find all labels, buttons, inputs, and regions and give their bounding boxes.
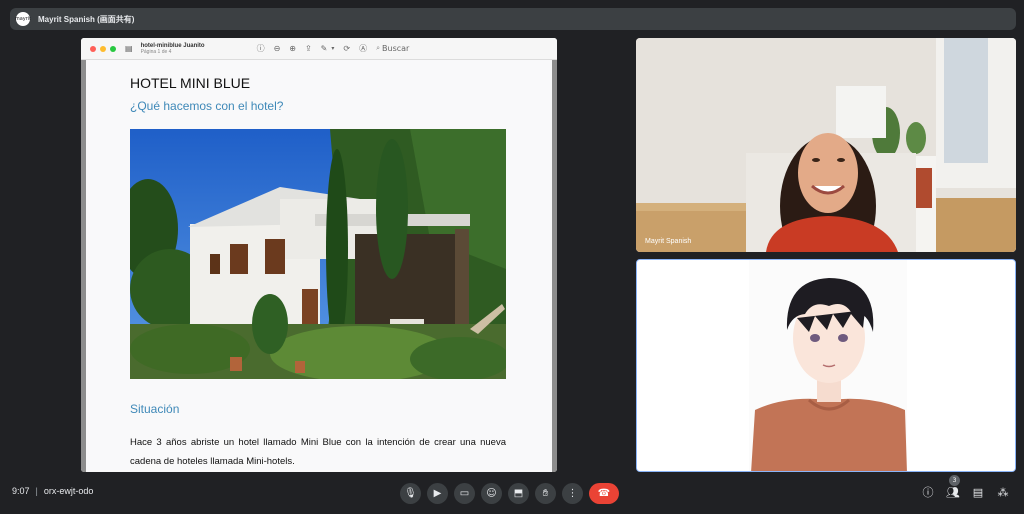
preview-toolbar: ▤ hotel-miniblue Juanito Página 1 de 4 ⓘ… <box>81 38 557 60</box>
captions-button[interactable]: ▭ <box>454 482 475 504</box>
microphone-button[interactable]: 🎙︎ <box>400 482 421 504</box>
presenter-title: Mayrit Spanish (画面共有) <box>38 14 135 24</box>
section-heading: Situación <box>130 402 180 416</box>
reactions-button[interactable]: ☺ <box>481 482 502 504</box>
camera-icon: ▶ <box>433 487 442 499</box>
chevron-down-icon[interactable]: ▾ <box>331 45 334 52</box>
participant-tile-avatar[interactable] <box>636 259 1016 472</box>
people-icon: 👥︎ <box>946 485 960 499</box>
camera-button[interactable]: ▶ <box>427 482 448 504</box>
close-window-button[interactable] <box>90 45 96 52</box>
phone-hangup-icon: ☎ <box>597 487 611 499</box>
call-controls: 🎙︎ ▶ ▭ ☺ ⬒ ✋︎ ⋮ ☎ <box>400 482 619 504</box>
zoom-in-icon[interactable]: ⊕ <box>289 44 296 53</box>
meeting-code: orx-ewjt-odo <box>43 486 94 496</box>
document-page: HOTEL MINI BLUE ¿Qué hacemos con el hote… <box>86 60 552 472</box>
present-button[interactable]: ⬒ <box>508 482 529 504</box>
document-name: hotel-miniblue Juanito <box>140 42 205 49</box>
search-field[interactable]: ⌕ Buscar <box>376 44 418 53</box>
info-circle-icon: ⓘ <box>922 486 934 499</box>
people-button[interactable]: 👥︎ 3 <box>945 475 961 500</box>
divider: | <box>35 486 38 496</box>
chat-button[interactable]: ▤ <box>970 484 986 500</box>
search-placeholder: Buscar <box>382 44 410 53</box>
sidebar-icon[interactable]: ▤ <box>125 44 133 53</box>
rotate-icon[interactable]: ⟳ <box>343 44 350 53</box>
info-icon[interactable]: ⓘ <box>257 43 265 54</box>
participant-name: Mayrit Spanish <box>645 238 692 245</box>
shared-screen: ▤ hotel-miniblue Juanito Página 1 de 4 ⓘ… <box>81 38 557 472</box>
participant-tile-camera[interactable]: Mayrit Spanish <box>636 38 1016 252</box>
presenter-bar: mayrit Mayrit Spanish (画面共有) <box>10 8 1016 30</box>
emoji-icon: ☺ <box>486 487 497 499</box>
zoom-out-icon[interactable]: ⊖ <box>274 44 281 53</box>
more-options-button[interactable]: ⋮ <box>562 482 583 504</box>
activities-button[interactable]: ⁂ <box>995 484 1011 500</box>
preview-tools: ⓘ ⊖ ⊕ ⇪ ✎ ▾ ⟳ Ⓐ ⌕ Buscar <box>257 43 419 54</box>
document-viewport[interactable]: HOTEL MINI BLUE ¿Qué hacemos con el hote… <box>81 60 557 472</box>
document-title: HOTEL MINI BLUE <box>130 75 251 91</box>
participant-count-badge: 3 <box>949 475 960 486</box>
microphone-icon: 🎙︎ <box>404 487 417 499</box>
raise-hand-button[interactable]: ✋︎ <box>535 482 556 504</box>
page-indicator: Página 1 de 4 <box>140 48 172 55</box>
hand-icon: ✋︎ <box>542 487 549 499</box>
clock-time: 9:07 <box>12 486 30 496</box>
meet-window: mayrit Mayrit Spanish (画面共有) ▤ hotel-min… <box>0 0 1024 514</box>
minimize-window-button[interactable] <box>100 45 106 52</box>
annotate-icon[interactable]: Ⓐ <box>359 43 367 54</box>
meeting-side-controls: ⓘ 👥︎ 3 ▤ ⁂ <box>920 475 1020 500</box>
activities-icon: ⁂ <box>997 485 1009 499</box>
present-screen-icon: ⬒ <box>513 487 524 499</box>
share-icon[interactable]: ⇪ <box>305 44 312 53</box>
document-subtitle: ¿Qué hacemos con el hotel? <box>130 99 284 113</box>
leave-call-button[interactable]: ☎ <box>589 482 619 504</box>
zoom-window-button[interactable] <box>110 45 116 52</box>
meeting-details: 9:07 | orx-ewjt-odo <box>12 486 93 496</box>
more-vert-icon: ⋮ <box>567 487 578 499</box>
search-icon: ⌕ <box>376 44 381 52</box>
document-info: hotel-miniblue Juanito Página 1 de 4 <box>141 43 205 55</box>
markup-pen-icon[interactable]: ✎ <box>321 44 328 53</box>
presenter-logo: mayrit <box>15 12 31 26</box>
hotel-photo <box>130 129 506 379</box>
document-paragraph: Hace 3 años abriste un hotel llamado Min… <box>130 437 506 467</box>
chat-icon: ▤ <box>972 485 984 499</box>
captions-icon: ▭ <box>459 487 470 499</box>
meeting-info-button[interactable]: ⓘ <box>920 484 936 500</box>
